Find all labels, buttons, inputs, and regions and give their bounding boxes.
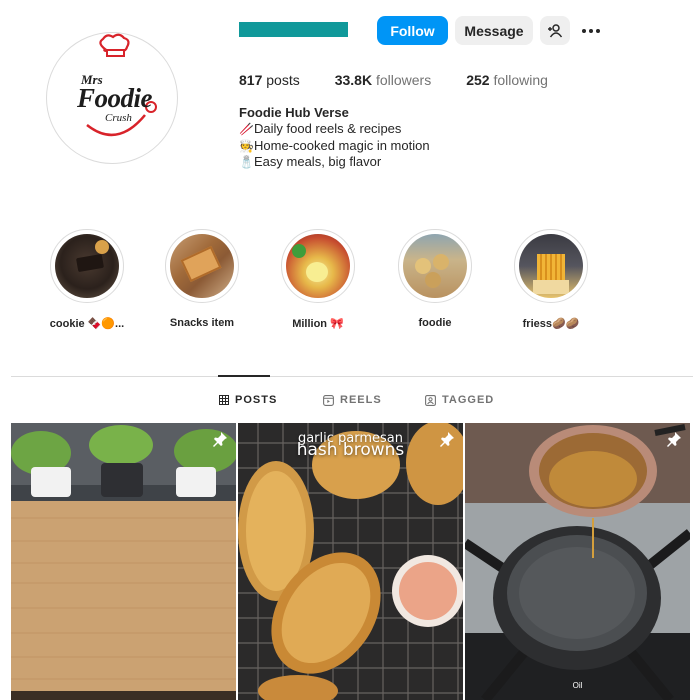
username-redacted — [239, 22, 348, 37]
bio-display-name: Foodie Hub Verse — [239, 105, 349, 120]
post-tile[interactable]: Oil — [465, 423, 690, 700]
following-label: following — [493, 72, 548, 88]
profile-avatar[interactable]: Mrs Foodie Crush — [46, 32, 178, 164]
bio-line: 🥢 Daily food reels & recipes — [239, 121, 430, 137]
post-thumbnail-oil-pan — [465, 423, 690, 700]
story-highlights: cookie 🍫🟠... Snacks item Million 🎀 foodi… — [0, 229, 700, 339]
tabs-divider — [11, 376, 693, 377]
post-overlay-line-2: hash browns — [296, 440, 405, 460]
stat-posts: 817 posts — [239, 72, 300, 88]
highlight-ring — [514, 229, 588, 303]
logo-text-foodie: Foodie — [77, 83, 153, 113]
bio-line: 🧑‍🍳 Home-cooked magic in motion — [239, 138, 430, 154]
tab-label: TAGGED — [442, 394, 495, 406]
stat-following[interactable]: 252 following — [466, 72, 548, 88]
tab-tagged[interactable]: TAGGED — [425, 394, 494, 406]
post-overlay-oil: Oil — [572, 681, 583, 690]
highlight-thumbnail — [403, 234, 467, 298]
highlight-ring — [398, 229, 472, 303]
highlight-fries[interactable]: friess🥔🥔 — [496, 229, 606, 330]
salt-emoji: 🧂 — [239, 154, 254, 169]
profile-stats: 817 posts 33.8K followers 252 following — [239, 72, 583, 88]
post-thumbnail-cutting-board — [11, 423, 236, 700]
tab-reels[interactable]: REELS — [323, 394, 382, 406]
stat-followers[interactable]: 33.8K followers — [335, 72, 432, 88]
highlight-million[interactable]: Million 🎀 — [263, 229, 373, 330]
cook-emoji: 🧑‍🍳 — [239, 138, 254, 153]
highlight-label: friess🥔🥔 — [522, 318, 580, 330]
highlight-snacks[interactable]: Snacks item — [147, 229, 257, 329]
tab-label: POSTS — [235, 394, 278, 406]
highlight-label: foodie — [418, 317, 452, 329]
bio-line-text: Easy meals, big flavor — [254, 153, 382, 169]
tab-label: REELS — [340, 394, 382, 406]
posts-label: posts — [266, 72, 300, 88]
bio-line: 🧂 Easy meals, big flavor — [239, 154, 430, 170]
profile-bio: Foodie Hub Verse 🥢 Daily food reels & re… — [239, 105, 430, 170]
highlight-foodie[interactable]: foodie — [380, 229, 490, 329]
highlight-label: Million 🎀 — [292, 318, 344, 330]
followers-label: followers — [375, 72, 432, 88]
highlight-thumbnail — [286, 234, 350, 298]
follow-button[interactable]: Follow — [377, 16, 448, 45]
logo-text-crush: Crush — [105, 112, 132, 124]
highlight-ring — [50, 229, 124, 303]
grid-icon — [219, 395, 229, 405]
add-person-icon — [548, 23, 563, 37]
highlight-ring — [281, 229, 355, 303]
pinned-icon — [667, 432, 681, 447]
message-button[interactable]: Message — [455, 16, 533, 45]
highlight-label: cookie 🍫🟠... — [49, 318, 125, 330]
chopsticks-emoji: 🥢 — [239, 122, 254, 137]
highlight-ring — [165, 229, 239, 303]
tab-posts[interactable]: POSTS — [219, 394, 277, 406]
highlight-thumbnail — [519, 234, 583, 298]
following-count: 252 — [466, 72, 490, 88]
pinned-icon — [440, 432, 454, 447]
posts-count: 817 — [239, 72, 263, 88]
active-tab-indicator — [218, 375, 270, 377]
post-tile[interactable] — [11, 423, 236, 700]
more-options-button[interactable] — [578, 16, 604, 45]
highlight-cookie[interactable]: cookie 🍫🟠... — [32, 229, 142, 330]
post-tile[interactable]: garlic parmesan hash browns — [238, 423, 463, 700]
highlight-thumbnail — [170, 234, 234, 298]
bio-line-text: Home-cooked magic in motion — [254, 137, 430, 153]
bio-line-text: Daily food reels & recipes — [254, 121, 402, 137]
reels-icon — [323, 394, 334, 406]
post-thumbnail-hash-browns — [238, 423, 463, 700]
tagged-person-icon — [425, 394, 436, 406]
pinned-icon — [213, 432, 227, 447]
followers-count: 33.8K — [334, 72, 373, 88]
more-dots-icon — [582, 28, 600, 33]
suggest-user-button[interactable] — [540, 16, 570, 45]
highlight-label: Snacks item — [169, 317, 235, 329]
highlight-thumbnail — [55, 234, 119, 298]
